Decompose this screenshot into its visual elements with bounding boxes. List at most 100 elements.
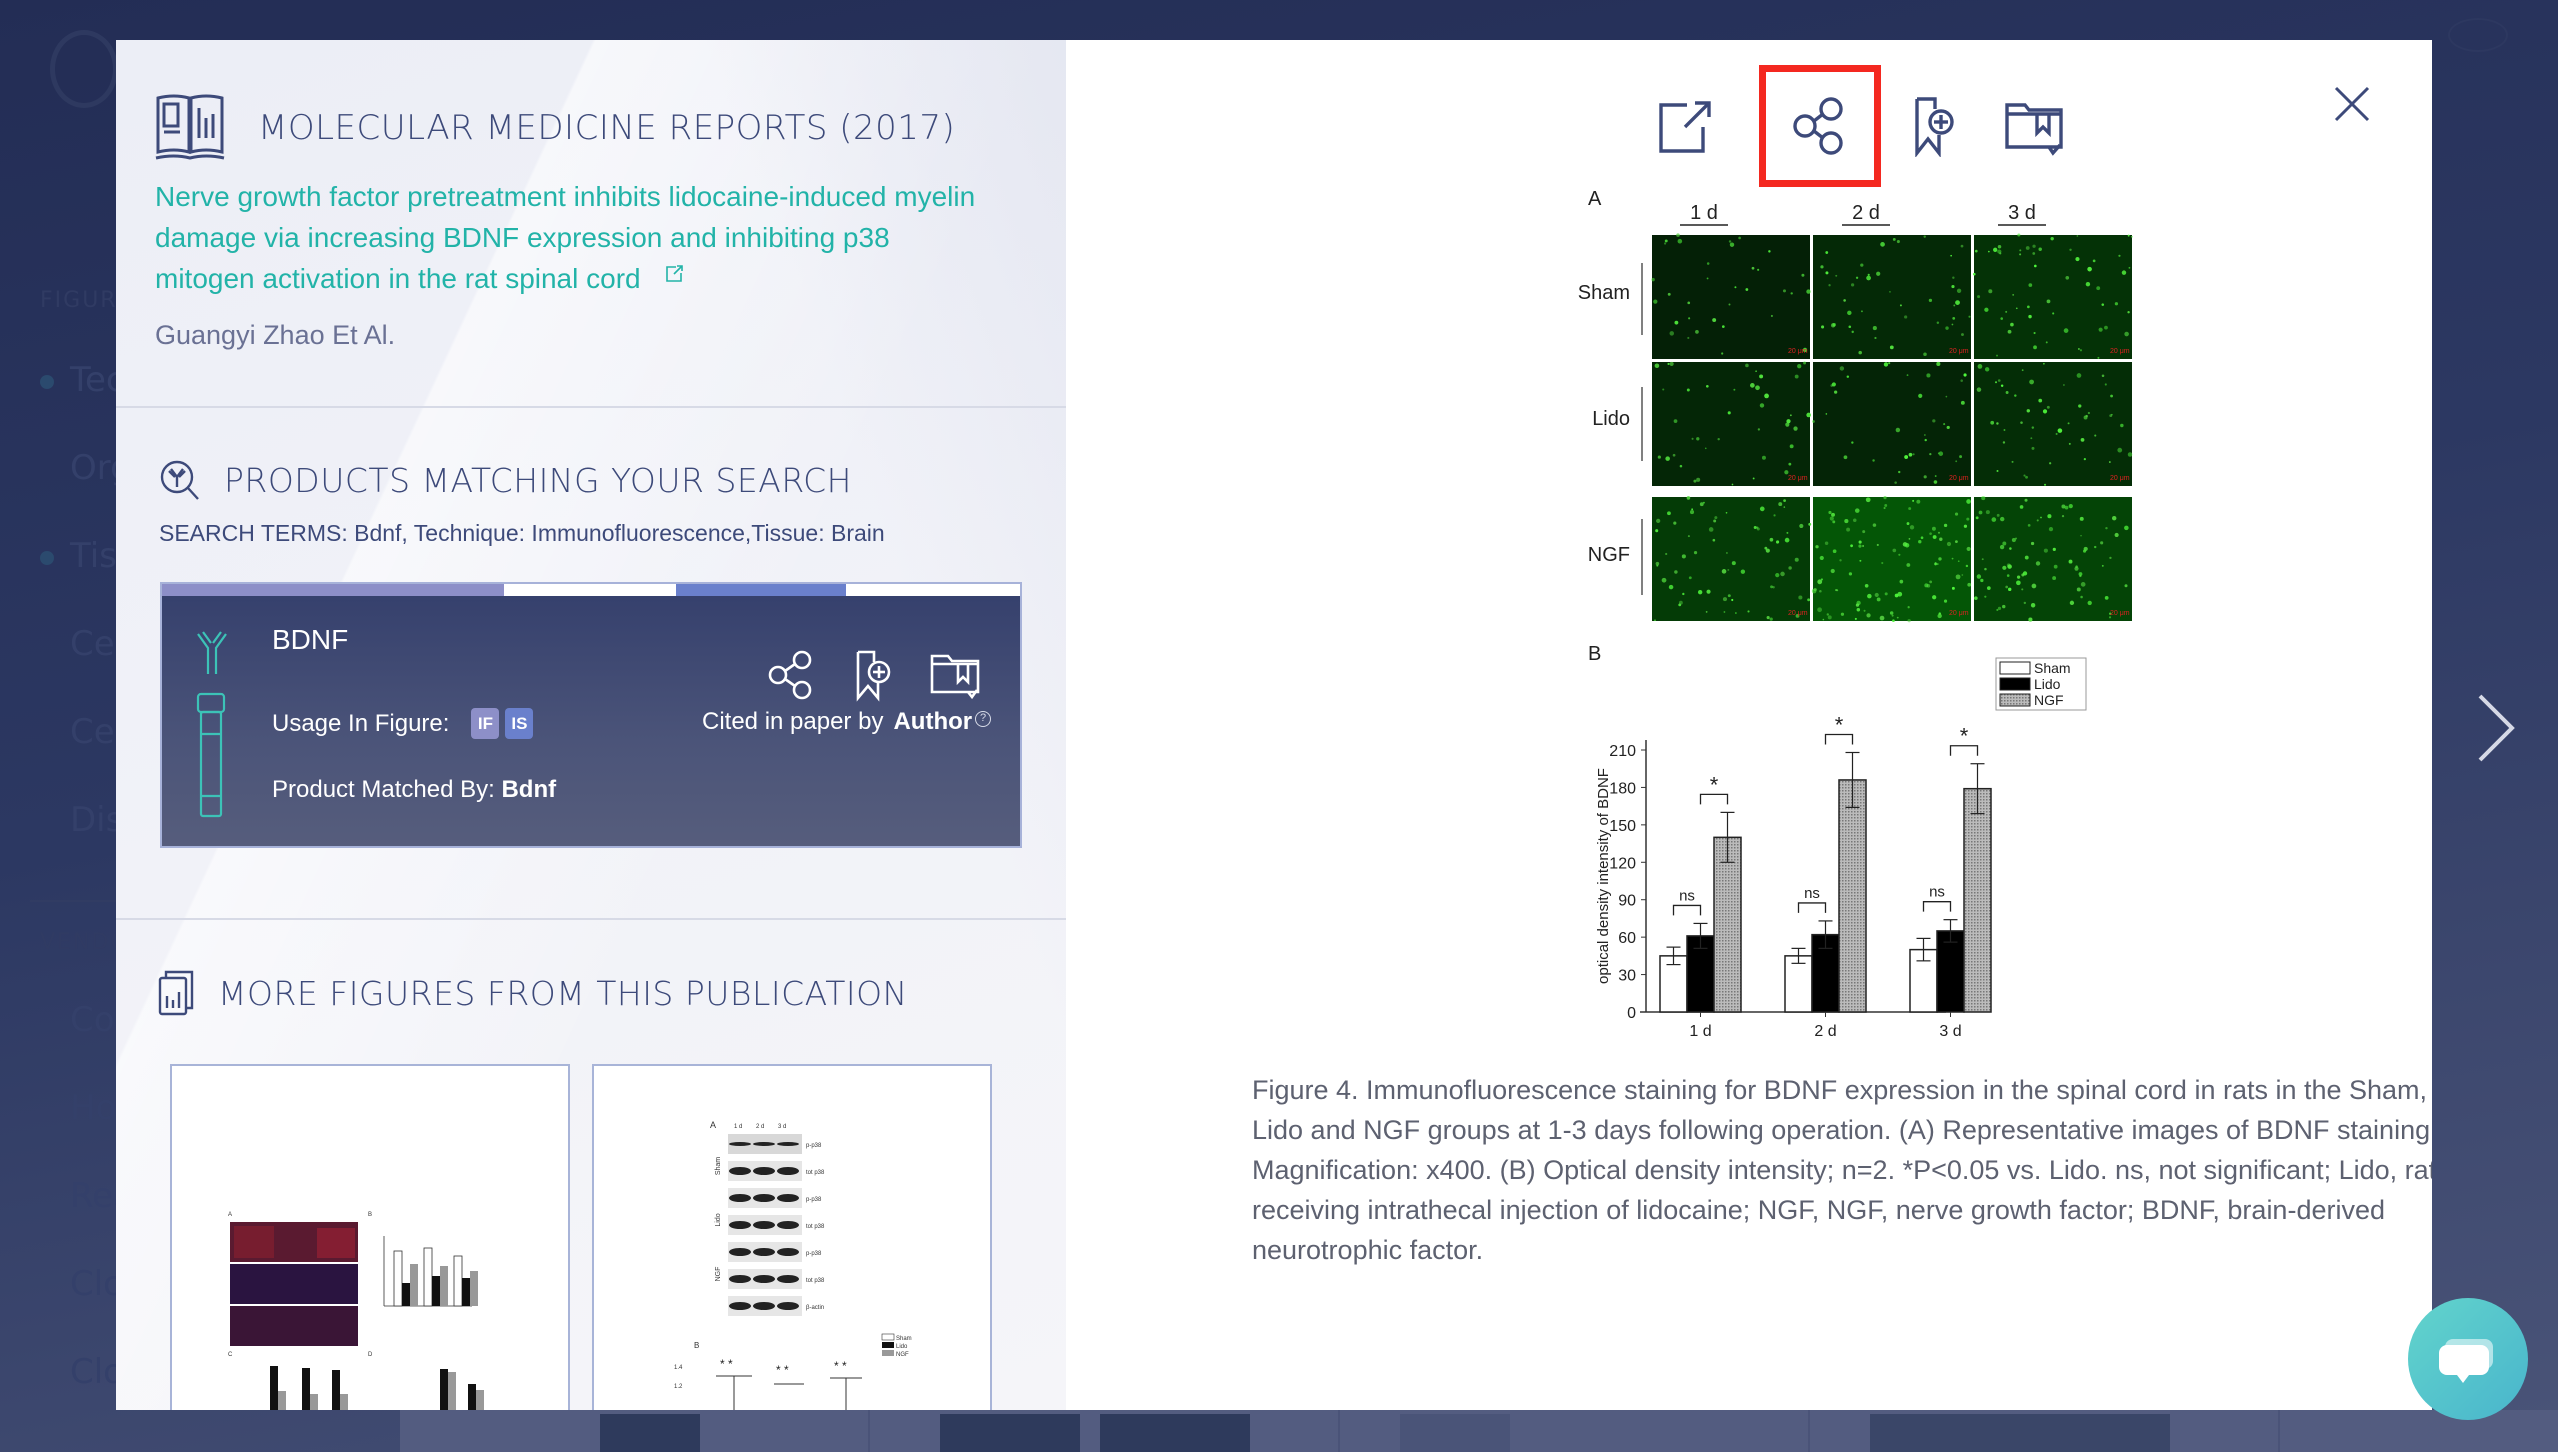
folder-save-icon[interactable] — [928, 648, 982, 702]
fluorescent-cell — [2046, 405, 2050, 409]
journal-book-icon — [155, 94, 225, 160]
paper-title-link[interactable]: Nerve growth factor pretreatment inhibit… — [155, 176, 995, 299]
fluorescent-cell — [1997, 379, 2001, 382]
blot-band — [777, 1302, 799, 1310]
card-tab[interactable] — [504, 584, 676, 596]
fluorescent-cell — [2101, 374, 2105, 378]
thumbnail-figure-western-blot: A 1 d 2 d 3 d p-p38 tot p38 p-p38 tot p38 p-… — [674, 1120, 912, 1410]
fluorescent-cell — [1665, 456, 1670, 461]
card-tab[interactable] — [846, 584, 1020, 596]
fluorescent-cell — [1929, 532, 1932, 535]
fluorescent-cell — [1667, 511, 1671, 516]
bookmark-add-icon[interactable] — [846, 648, 900, 702]
blot-row-label: NGF — [715, 1267, 722, 1282]
open-external-button[interactable] — [1646, 86, 1726, 166]
fluorescent-cell — [1723, 611, 1726, 613]
fluorescent-cell — [1728, 303, 1731, 306]
fluorescent-cell — [1874, 592, 1879, 598]
fluorescent-cell — [2026, 409, 2031, 413]
fluorescent-cell — [1687, 535, 1690, 538]
fluorescent-cell — [2025, 246, 2030, 250]
share-button[interactable] — [1759, 65, 1881, 187]
fluorescent-cell — [1789, 414, 1792, 417]
fluorescent-cell — [1954, 512, 1959, 516]
usage-badge-is[interactable]: IS — [505, 708, 534, 739]
figure-thumbnail[interactable]: A 1 d 2 d 3 d p-p38 tot p38 p-p38 tot p38 p-… — [592, 1064, 992, 1410]
close-icon[interactable] — [2330, 82, 2374, 126]
fluorescent-cell — [2075, 257, 2080, 262]
matched-value: Bdnf — [501, 776, 557, 803]
fluorescent-cell — [2047, 514, 2052, 519]
fluorescent-cell — [1686, 496, 1691, 500]
external-link-icon[interactable] — [664, 264, 684, 284]
fluorescent-cell — [1916, 499, 1921, 504]
fluorescent-cell — [1682, 592, 1685, 596]
fluorescent-cell — [2061, 515, 2065, 518]
fluorescent-cell — [2038, 247, 2042, 251]
site-logo — [50, 30, 118, 108]
fluorescent-cell — [2094, 434, 2097, 437]
fluorescent-cell — [2012, 293, 2015, 296]
usage-badge-if[interactable]: IF — [471, 708, 500, 739]
chat-button[interactable] — [2408, 1298, 2528, 1420]
column-label: 3 d — [2008, 202, 2036, 224]
fluorescent-cell — [1808, 522, 1812, 526]
fluorescent-cell — [2101, 564, 2104, 567]
fluorescent-cell — [1745, 288, 1749, 291]
fluorescent-cell — [1899, 304, 1902, 307]
fluorescent-cell — [1677, 238, 1683, 244]
card-tab[interactable] — [162, 584, 504, 596]
fluorescent-cell — [2124, 331, 2129, 337]
help-circle-icon[interactable]: ? — [975, 711, 992, 727]
fluorescent-cell — [1904, 543, 1910, 548]
fluorescent-cell — [1726, 552, 1728, 554]
fluorescent-cell — [1951, 586, 1955, 590]
fluorescent-cell — [1991, 517, 1997, 522]
fluorescent-cell — [2027, 523, 2031, 527]
product-card[interactable]: BDNF Usage In Figure: IF IS Product Matc… — [160, 582, 1022, 848]
product-name[interactable]: BDNF — [272, 624, 348, 656]
fluorescent-cell — [1867, 273, 1870, 276]
fluorescent-cell — [2048, 527, 2054, 532]
add-bookmark-button[interactable] — [1894, 86, 1974, 166]
fluorescent-cell — [1937, 613, 1942, 619]
fluorescent-cell — [2031, 426, 2035, 429]
blot-label: p-p38 — [806, 1251, 822, 1257]
fluorescent-cell — [1892, 619, 1895, 623]
help-icon — [2448, 18, 2508, 52]
fluorescent-cell — [1725, 511, 1728, 514]
fluorescent-cell — [2000, 317, 2003, 320]
fluorescent-cell — [1884, 504, 1888, 507]
fluorescent-cell — [1932, 419, 1936, 423]
fluorescent-cell — [1653, 299, 1658, 304]
fluorescent-cell — [1980, 578, 1984, 583]
figure-thumbnail[interactable]: A B C D — [170, 1064, 570, 1410]
paper-title-text[interactable]: Nerve growth factor pretreatment inhibit… — [155, 181, 975, 294]
fluorescent-cell — [1923, 434, 1926, 436]
fluorescent-cell — [1974, 249, 1978, 253]
fluorescent-cell — [2108, 461, 2111, 463]
fluorescent-cell — [1786, 419, 1791, 424]
save-to-folder-button[interactable] — [1994, 86, 2074, 166]
svg-text:1.4: 1.4 — [674, 1365, 683, 1371]
fluorescent-cell — [1844, 519, 1849, 524]
share-icon[interactable] — [764, 648, 818, 702]
fluorescent-cell — [1657, 455, 1661, 459]
fluorescent-cell — [1847, 310, 1852, 316]
figure-panel: A 1 d 2 d 3 d Sham Lido NGF 20 μm 20 μm 20… — [1066, 40, 2432, 1410]
fluorescent-cell — [2044, 483, 2047, 486]
y-tick-label: 180 — [1609, 780, 1636, 797]
significance-label: * — [1960, 724, 1969, 749]
chevron-right-icon[interactable] — [2474, 690, 2518, 766]
figure-caption: Figure 4. Immunofluorescence staining fo… — [1252, 1075, 2432, 1265]
fluorescent-cell — [1757, 268, 1760, 271]
fluorescent-cell — [2085, 281, 2091, 287]
fluorescent-cell — [1721, 569, 1727, 574]
fluorescent-cell — [2043, 362, 2045, 365]
card-tab[interactable] — [676, 584, 846, 596]
fluorescent-cell — [1788, 462, 1792, 466]
fluorescent-cell — [2042, 409, 2048, 414]
fluorescent-cell — [1934, 562, 1937, 566]
scale-bar-label: 20 μm — [1949, 610, 1969, 617]
fluorescent-cell — [1881, 561, 1884, 565]
